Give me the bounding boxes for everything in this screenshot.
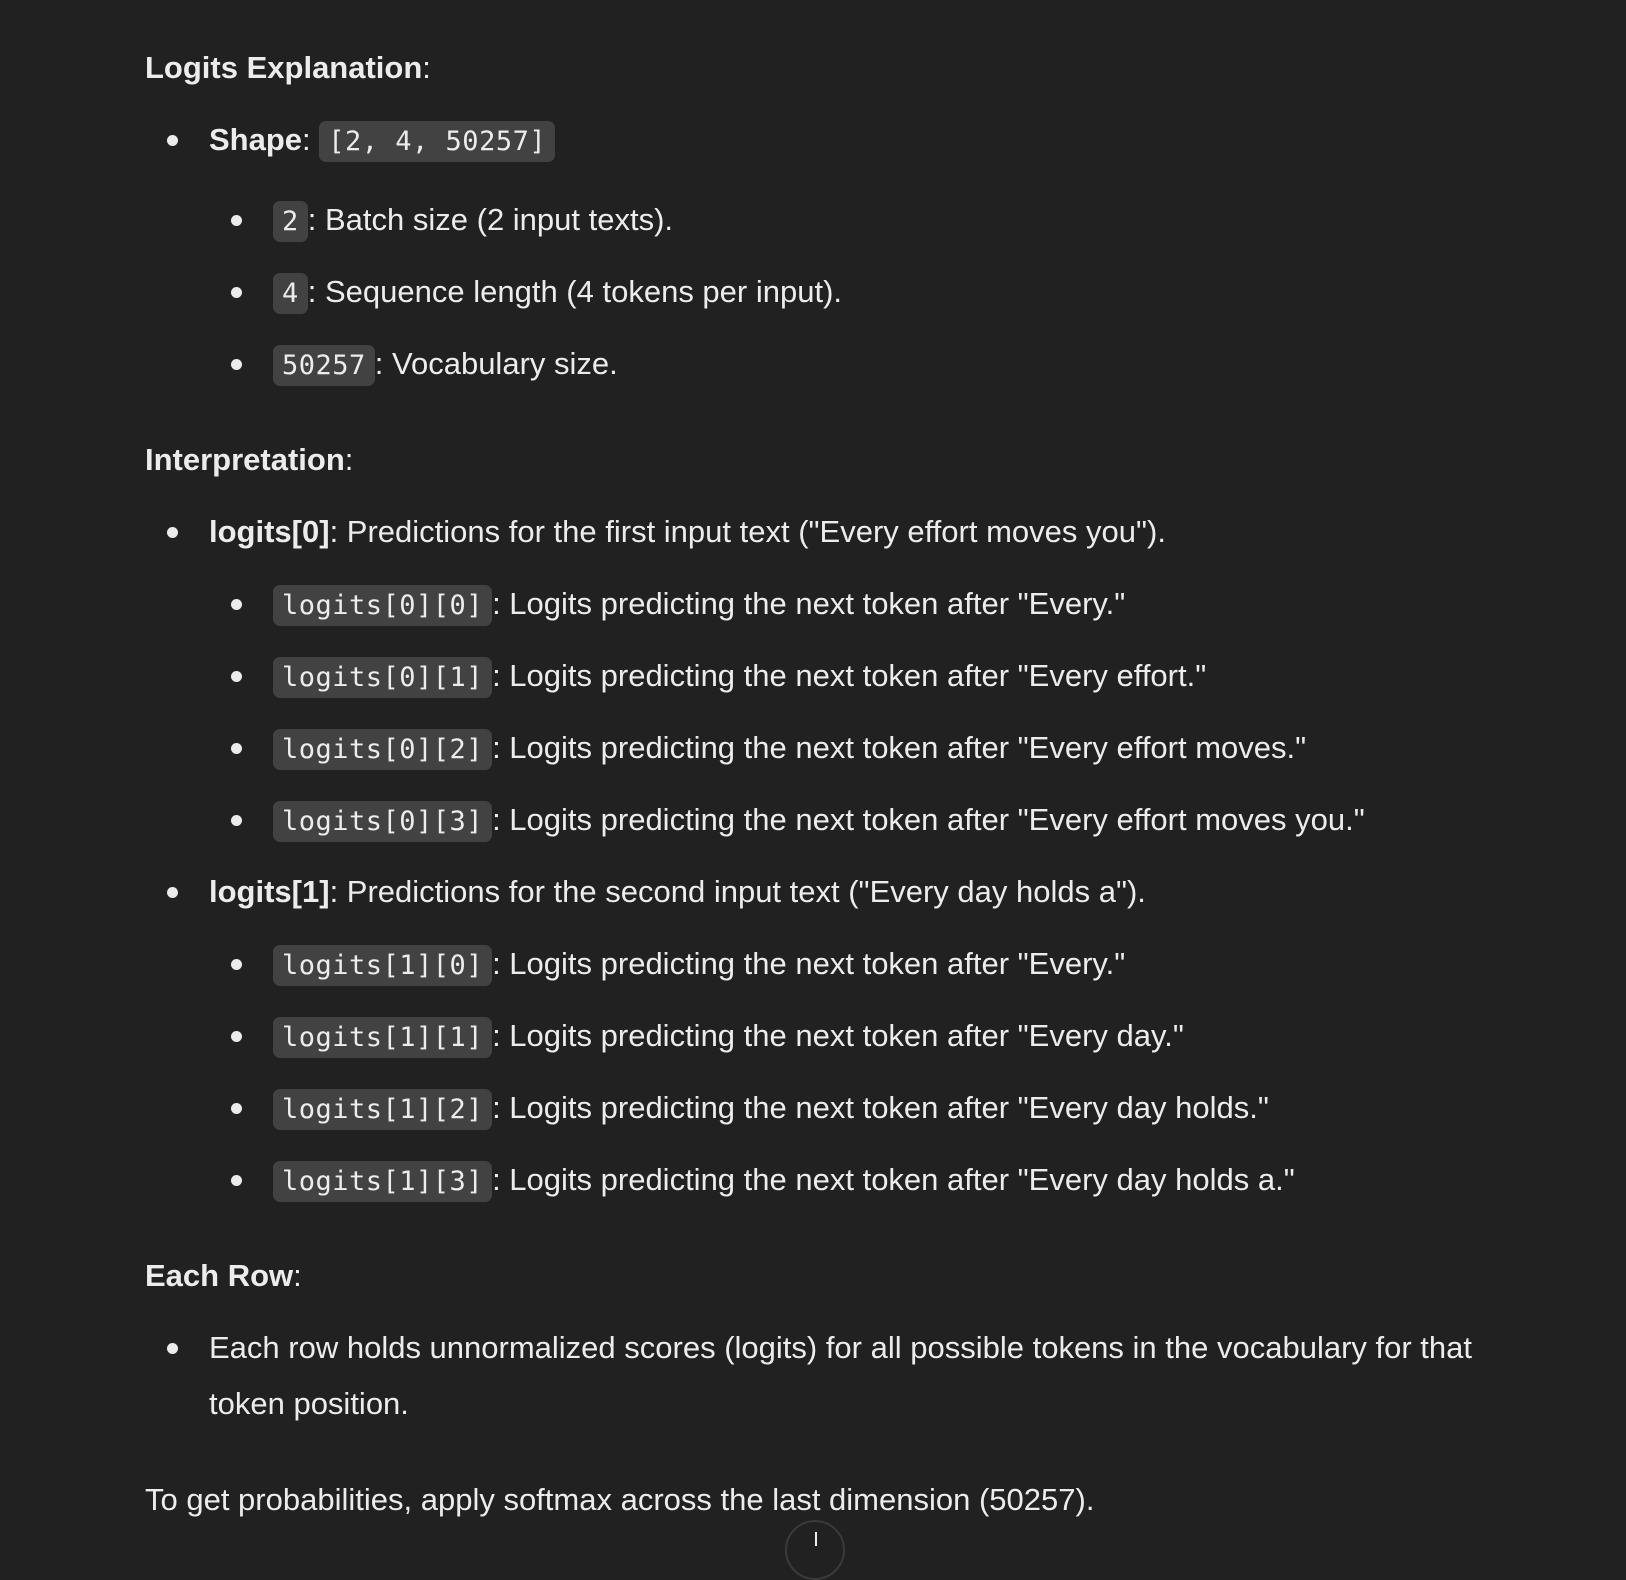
inline-code: logits[1][0] — [273, 945, 493, 986]
arrow-down-icon — [815, 1532, 817, 1546]
bullet — [231, 815, 242, 826]
closing-paragraph: To get probabilities, apply softmax acro… — [145, 1482, 1095, 1517]
list-item-group: logits[0]: Predictions for the first inp… — [167, 512, 1166, 552]
list-item-dim: 50257: Vocabulary size. — [231, 344, 618, 386]
scroll-to-bottom-button[interactable] — [785, 1520, 845, 1580]
inline-code: logits[0][3] — [273, 801, 493, 842]
list-item-each-row: Each row holds unnormalized scores (logi… — [167, 1320, 1549, 1432]
bullet — [231, 959, 242, 970]
list-item: logits[0][0]: Logits predicting the next… — [231, 584, 1125, 626]
bullet — [167, 1343, 178, 1354]
section-heading-interpretation: Interpretation: — [145, 442, 354, 477]
list-item-group: logits[1]: Predictions for the second in… — [167, 872, 1146, 912]
bullet — [231, 599, 242, 610]
bullet — [231, 671, 242, 682]
list-item-dim: 2: Batch size (2 input texts). — [231, 200, 673, 242]
list-item: logits[0][2]: Logits predicting the next… — [231, 728, 1306, 770]
inline-code: 50257 — [273, 345, 375, 386]
list-item: logits[1][0]: Logits predicting the next… — [231, 944, 1125, 986]
inline-code: [2, 4, 50257] — [319, 121, 556, 162]
inline-code: logits[0][2] — [273, 729, 493, 770]
shape-label: Shape — [209, 122, 303, 157]
inline-code: logits[1][1] — [273, 1017, 493, 1058]
bullet — [231, 359, 242, 370]
list-item: logits[1][2]: Logits predicting the next… — [231, 1088, 1269, 1130]
bullet — [231, 1031, 242, 1042]
inline-code: logits[1][3] — [273, 1161, 493, 1202]
bullet — [167, 887, 178, 898]
inline-code: logits[0][1] — [273, 657, 493, 698]
list-item: logits[1][1]: Logits predicting the next… — [231, 1016, 1184, 1058]
bullet — [231, 743, 242, 754]
list-item: logits[0][1]: Logits predicting the next… — [231, 656, 1206, 698]
list-item: logits[1][3]: Logits predicting the next… — [231, 1160, 1295, 1202]
inline-code: 2 — [273, 201, 308, 242]
bullet — [231, 1175, 242, 1186]
bullet — [167, 527, 178, 538]
bullet — [167, 135, 178, 146]
inline-code: logits[1][2] — [273, 1089, 493, 1130]
list-item-dim: 4: Sequence length (4 tokens per input). — [231, 272, 842, 314]
list-item-shape: Shape: [2, 4, 50257] — [167, 120, 556, 162]
bullet — [231, 1103, 242, 1114]
inline-code: 4 — [273, 273, 308, 314]
list-item: logits[0][3]: Logits predicting the next… — [231, 800, 1365, 842]
inline-code: logits[0][0] — [273, 585, 493, 626]
bullet — [231, 215, 242, 226]
section-heading-logits-explanation: Logits Explanation: — [145, 50, 431, 85]
bullet — [231, 287, 242, 298]
section-heading-each-row: Each Row: — [145, 1258, 302, 1293]
